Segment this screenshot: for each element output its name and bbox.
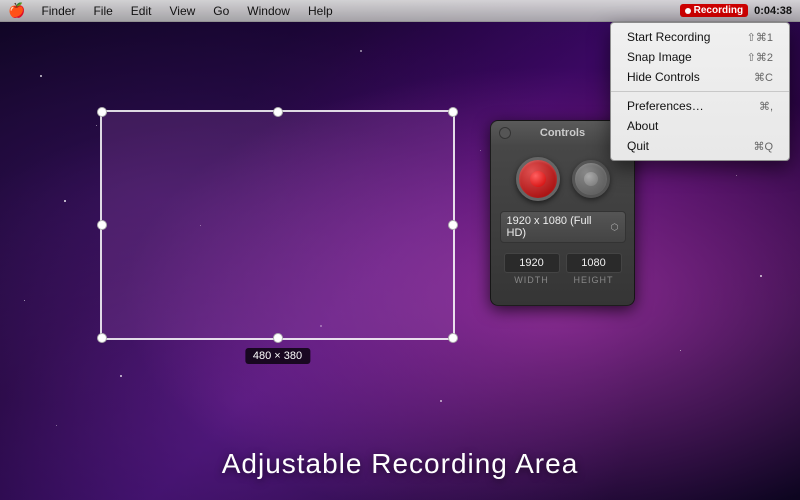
handle-bottom-right[interactable]: [448, 333, 458, 343]
menubar-file[interactable]: File: [85, 0, 120, 22]
recording-label: Recording: [694, 5, 743, 16]
resolution-arrow-icon: ⬡: [611, 222, 619, 233]
menu-item-about[interactable]: About: [611, 116, 789, 136]
menubar-edit[interactable]: Edit: [123, 0, 160, 22]
handle-mid-left[interactable]: [97, 220, 107, 230]
menu-item-quit[interactable]: Quit ⌘Q: [611, 136, 789, 156]
handle-top-right[interactable]: [448, 107, 458, 117]
app-dropdown-menu: Start Recording ⇧⌘1 Snap Image ⇧⌘2 Hide …: [610, 22, 790, 161]
controls-close-button[interactable]: [499, 127, 511, 139]
record-button-inner: [530, 171, 546, 187]
height-input[interactable]: [566, 253, 622, 273]
recording-dot: [685, 8, 691, 14]
menu-item-snap-image[interactable]: Snap Image ⇧⌘2: [611, 47, 789, 67]
record-button[interactable]: [516, 157, 560, 201]
height-label: HEIGHT: [573, 275, 613, 285]
handle-top-center[interactable]: [273, 107, 283, 117]
controls-title: Controls: [540, 127, 585, 139]
controls-body: 1920 x 1080 (Full HD) ⬡ WIDTH HEIGHT: [491, 145, 634, 293]
controls-buttons: [516, 157, 610, 201]
menubar-finder[interactable]: Finder: [33, 0, 83, 22]
resolution-select[interactable]: 1920 x 1080 (Full HD) ⬡: [500, 211, 626, 243]
apple-menu-icon[interactable]: 🍎: [8, 2, 25, 19]
menubar-right: Recording 0:04:38: [680, 4, 792, 17]
menubar-view[interactable]: View: [161, 0, 203, 22]
menu-item-start-recording[interactable]: Start Recording ⇧⌘1: [611, 27, 789, 47]
menubar: 🍎 Finder File Edit View Go Window Help R…: [0, 0, 800, 22]
snap-button-inner: [584, 172, 598, 186]
menubar-clock: 0:04:38: [754, 5, 792, 17]
menubar-go[interactable]: Go: [205, 0, 237, 22]
recording-selection-area[interactable]: 480 × 380: [100, 110, 455, 340]
handle-bottom-center[interactable]: [273, 333, 283, 343]
width-label: WIDTH: [514, 275, 549, 285]
width-input[interactable]: [504, 253, 560, 273]
menubar-help[interactable]: Help: [300, 0, 341, 22]
recording-badge: Recording: [680, 4, 748, 17]
bottom-title: Adjustable Recording Area: [0, 448, 800, 480]
selection-inner: [102, 112, 453, 338]
handle-mid-right[interactable]: [448, 220, 458, 230]
handle-bottom-left[interactable]: [97, 333, 107, 343]
snap-button[interactable]: [572, 160, 610, 198]
selection-size-label: 480 × 380: [245, 348, 310, 364]
handle-top-left[interactable]: [97, 107, 107, 117]
height-input-group: HEIGHT: [566, 253, 622, 285]
resolution-value: 1920 x 1080 (Full HD): [507, 215, 611, 239]
menu-separator-1: [611, 91, 789, 92]
menubar-items: Finder File Edit View Go Window Help: [33, 0, 679, 22]
menubar-window[interactable]: Window: [239, 0, 298, 22]
menu-item-preferences[interactable]: Preferences… ⌘,: [611, 96, 789, 116]
width-input-group: WIDTH: [504, 253, 560, 285]
menu-item-hide-controls[interactable]: Hide Controls ⌘C: [611, 67, 789, 87]
dimension-inputs: WIDTH HEIGHT: [504, 253, 622, 285]
